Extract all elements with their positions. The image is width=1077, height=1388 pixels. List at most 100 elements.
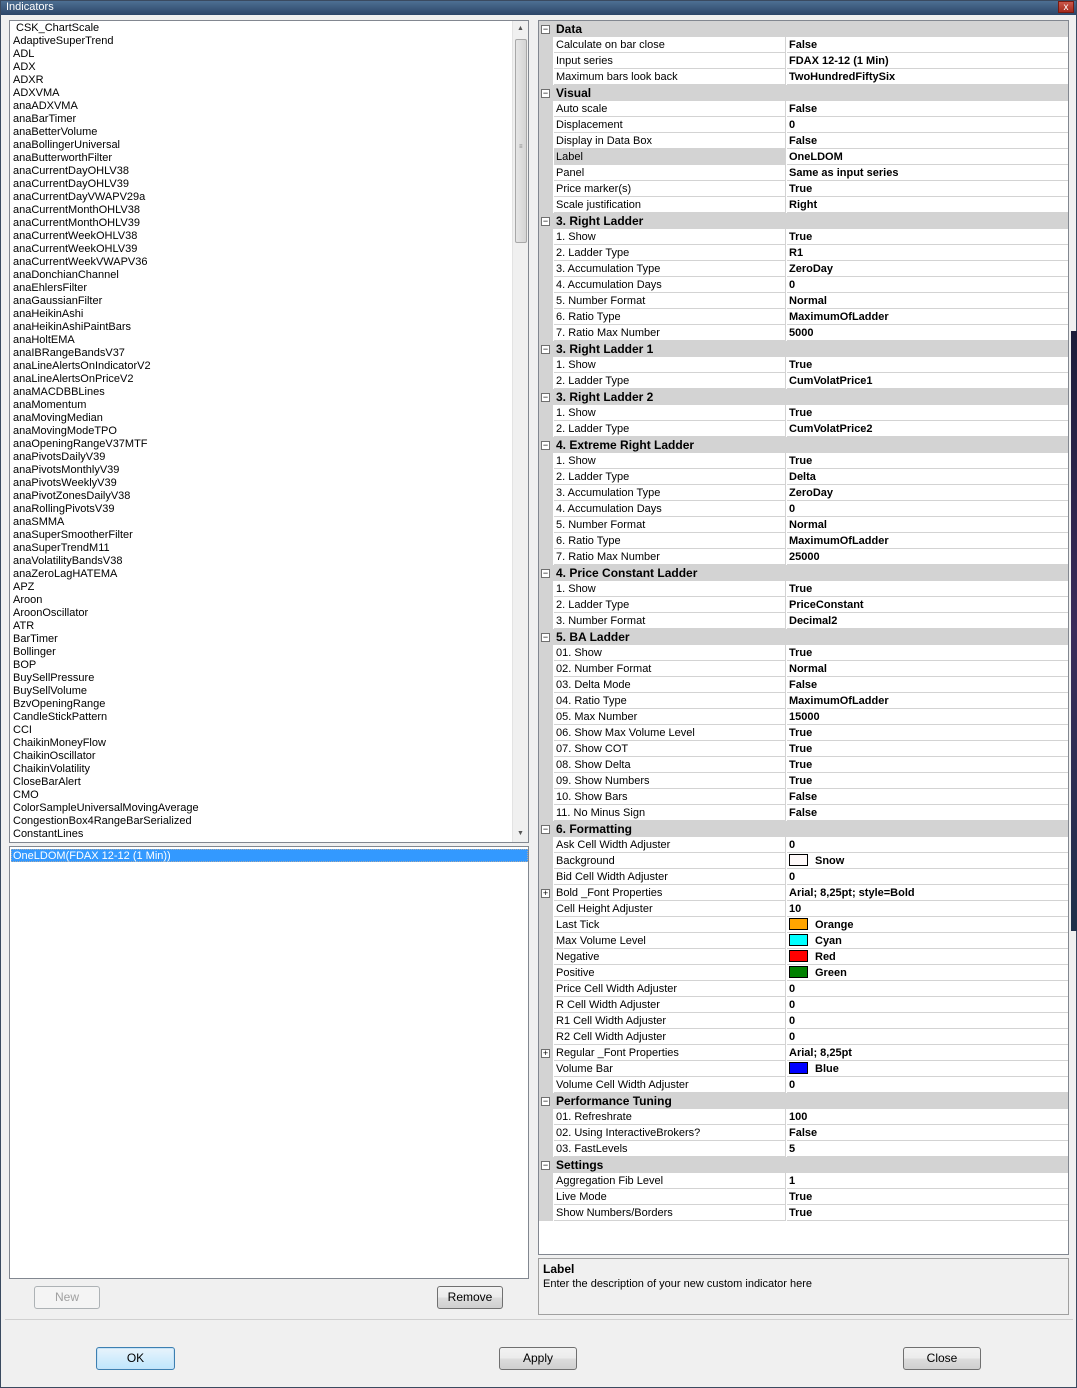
scroll-down-icon[interactable]: ▼: [513, 826, 528, 842]
property-value[interactable]: 100: [787, 1109, 1068, 1125]
indicator-list-item[interactable]: anaButterworthFilter: [13, 152, 513, 165]
property-row[interactable]: 7. Ratio Max Number 25000: [539, 549, 1068, 565]
indicator-list-item[interactable]: ADXR: [13, 74, 513, 87]
indicator-list-item[interactable]: BzvOpeningRange: [13, 698, 513, 711]
property-value[interactable]: True: [787, 405, 1068, 421]
property-value[interactable]: True: [787, 1189, 1068, 1205]
property-name[interactable]: Bold _Font Properties: [554, 885, 786, 901]
property-row[interactable]: 1. Show True: [539, 581, 1068, 597]
property-value[interactable]: Decimal2: [787, 613, 1068, 629]
property-row[interactable]: 01. Refreshrate 100: [539, 1109, 1068, 1125]
property-name[interactable]: 2. Ladder Type: [554, 469, 786, 485]
indicator-list-item[interactable]: CCI: [13, 724, 513, 737]
property-name[interactable]: 5. Number Format: [554, 517, 786, 533]
property-name[interactable]: Last Tick: [554, 917, 786, 933]
property-row[interactable]: R Cell Width Adjuster 0: [539, 997, 1068, 1013]
property-value[interactable]: Delta: [787, 469, 1068, 485]
indicator-list-item[interactable]: anaBollingerUniversal: [13, 139, 513, 152]
property-value[interactable]: 5: [787, 1141, 1068, 1157]
expand-icon[interactable]: +: [541, 1049, 550, 1058]
indicator-list-item[interactable]: anaHeikinAshiPaintBars: [13, 321, 513, 334]
indicator-list-item[interactable]: ConstantLines: [13, 828, 513, 841]
indicator-list-item[interactable]: CongestionBox4RangeBarSerialized: [13, 815, 513, 828]
property-name[interactable]: 03. FastLevels: [554, 1141, 786, 1157]
property-row[interactable]: Auto scale False: [539, 101, 1068, 117]
property-value[interactable]: 0: [787, 277, 1068, 293]
property-value[interactable]: Arial; 8,25pt; style=Bold: [787, 885, 1068, 901]
property-name[interactable]: 3. Accumulation Type: [554, 261, 786, 277]
property-row[interactable]: 3. Accumulation Type ZeroDay: [539, 485, 1068, 501]
property-name[interactable]: 6. Ratio Type: [554, 309, 786, 325]
property-row[interactable]: 6. Ratio Type MaximumOfLadder: [539, 533, 1068, 549]
property-name[interactable]: Negative: [554, 949, 786, 965]
property-value[interactable]: Cyan: [787, 933, 1068, 949]
indicator-list-item[interactable]: ChaikinOscillator: [13, 750, 513, 763]
property-value[interactable]: Orange: [787, 917, 1068, 933]
property-row[interactable]: + Bold _Font Properties Arial; 8,25pt; sty…: [539, 885, 1068, 901]
property-row[interactable]: Price Cell Width Adjuster 0: [539, 981, 1068, 997]
property-name[interactable]: Regular _Font Properties: [554, 1045, 786, 1061]
property-row[interactable]: 4. Accumulation Days 0: [539, 501, 1068, 517]
indicator-list-item[interactable]: anaLineAlertsOnPriceV2: [13, 373, 513, 386]
indicator-list-item[interactable]: ATR: [13, 620, 513, 633]
collapse-icon[interactable]: −: [541, 89, 550, 98]
property-value[interactable]: TwoHundredFiftySix: [787, 69, 1068, 85]
property-row[interactable]: 2. Ladder Type CumVolatPrice1: [539, 373, 1068, 389]
property-row[interactable]: Ask Cell Width Adjuster 0: [539, 837, 1068, 853]
property-name[interactable]: Label: [554, 149, 786, 165]
property-name[interactable]: 09. Show Numbers: [554, 773, 786, 789]
property-value[interactable]: Right: [787, 197, 1068, 213]
property-name[interactable]: 02. Using InteractiveBrokers?: [554, 1125, 786, 1141]
indicator-list-item[interactable]: anaMovingModeTPO: [13, 425, 513, 438]
indicator-list-item[interactable]: anaCurrentDayOHLV38: [13, 165, 513, 178]
indicator-list-item[interactable]: AdaptiveSuperTrend: [13, 35, 513, 48]
property-name[interactable]: 1. Show: [554, 229, 786, 245]
property-name[interactable]: 03. Delta Mode: [554, 677, 786, 693]
property-row[interactable]: 2. Ladder Type R1: [539, 245, 1068, 261]
property-value[interactable]: True: [787, 1205, 1068, 1221]
indicator-list-item[interactable]: anaHoltEMA: [13, 334, 513, 347]
property-name[interactable]: Max Volume Level: [554, 933, 786, 949]
property-value[interactable]: ZeroDay: [787, 261, 1068, 277]
indicator-list-scrollbar[interactable]: ▲ ≡ ▼: [512, 21, 528, 842]
property-value[interactable]: CumVolatPrice2: [787, 421, 1068, 437]
property-row[interactable]: 1. Show True: [539, 405, 1068, 421]
property-category[interactable]: − Settings: [539, 1157, 1068, 1173]
indicator-list-item[interactable]: anaSuperTrendM11: [13, 542, 513, 555]
indicator-list-item[interactable]: anaIBRangeBandsV37: [13, 347, 513, 360]
collapse-icon[interactable]: −: [541, 217, 550, 226]
property-row[interactable]: Positive Green: [539, 965, 1068, 981]
property-name[interactable]: 11. No Minus Sign: [554, 805, 786, 821]
property-row[interactable]: Live Mode True: [539, 1189, 1068, 1205]
property-row[interactable]: + Regular _Font Properties Arial; 8,25pt: [539, 1045, 1068, 1061]
property-value[interactable]: 0: [787, 1029, 1068, 1045]
property-value[interactable]: False: [787, 677, 1068, 693]
indicator-list-item[interactable]: BOP: [13, 659, 513, 672]
collapse-icon[interactable]: −: [541, 569, 550, 578]
property-value[interactable]: PriceConstant: [787, 597, 1068, 613]
property-value[interactable]: 0: [787, 981, 1068, 997]
property-name[interactable]: Background: [554, 853, 786, 869]
indicator-list-item[interactable]: ADX: [13, 61, 513, 74]
property-name[interactable]: Cell Height Adjuster: [554, 901, 786, 917]
property-value[interactable]: 0: [787, 501, 1068, 517]
property-category[interactable]: −5. BA Ladder: [539, 629, 1068, 645]
indicator-list-item[interactable]: anaSMMA: [13, 516, 513, 529]
property-name[interactable]: 7. Ratio Max Number: [554, 325, 786, 341]
property-value[interactable]: 0: [787, 869, 1068, 885]
indicator-list-item[interactable]: anaOpeningRangeV37MTF: [13, 438, 513, 451]
indicator-list-item[interactable]: anaMovingMedian: [13, 412, 513, 425]
property-name[interactable]: Price marker(s): [554, 181, 786, 197]
property-value[interactable]: Normal: [787, 661, 1068, 677]
property-value[interactable]: False: [787, 133, 1068, 149]
property-name[interactable]: Calculate on bar close: [554, 37, 786, 53]
property-value[interactable]: True: [787, 181, 1068, 197]
selected-indicator-item[interactable]: OneLDOM(FDAX 12-12 (1 Min)): [11, 849, 528, 862]
property-value[interactable]: Red: [787, 949, 1068, 965]
property-row[interactable]: 03. Delta Mode False: [539, 677, 1068, 693]
property-name[interactable]: 1. Show: [554, 357, 786, 373]
indicator-list-item[interactable]: anaDonchianChannel: [13, 269, 513, 282]
property-name[interactable]: Auto scale: [554, 101, 786, 117]
indicator-list-item[interactable]: Aroon: [13, 594, 513, 607]
indicator-list-item[interactable]: APZ: [13, 581, 513, 594]
